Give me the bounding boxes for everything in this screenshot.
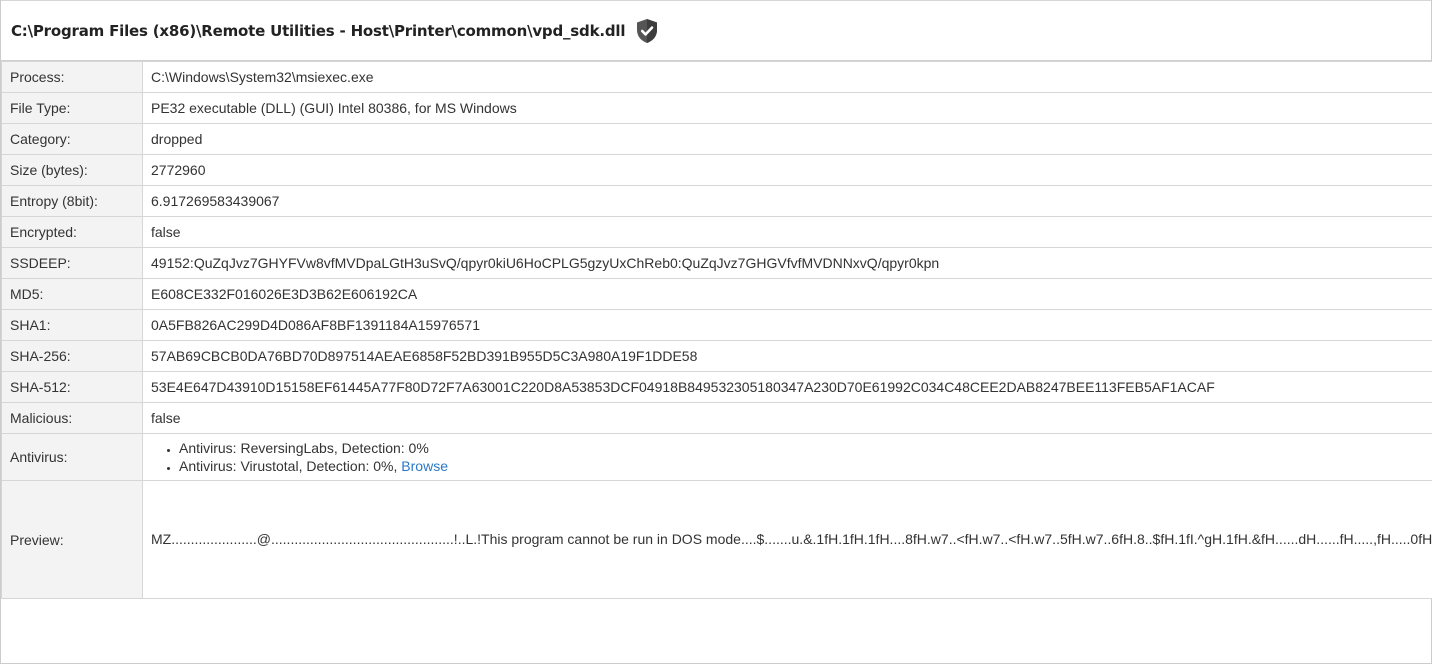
file-info-table: Process: C:\Windows\System32\msiexec.exe…: [1, 61, 1432, 599]
row-sha256: SHA-256: 57AB69CBCB0DA76BD70D897514AEAE6…: [1, 340, 1432, 372]
row-value: E608CE332F016026E3D3B62E606192CA: [142, 278, 1432, 310]
row-value: false: [142, 402, 1432, 434]
row-process: Process: C:\Windows\System32\msiexec.exe: [1, 61, 1432, 93]
row-file-type: File Type: PE32 executable (DLL) (GUI) I…: [1, 92, 1432, 124]
row-value: 53E4E647D43910D15158EF61445A77F80D72F7A6…: [142, 371, 1432, 403]
row-sha1: SHA1: 0A5FB826AC299D4D086AF8BF1391184A15…: [1, 309, 1432, 341]
row-label: MD5:: [1, 278, 143, 310]
list-item: Antivirus: Virustotal, Detection: 0%, Br…: [179, 457, 1424, 475]
row-value: 6.917269583439067: [142, 185, 1432, 217]
row-value: 2772960: [142, 154, 1432, 186]
row-value: false: [142, 216, 1432, 248]
row-label: SHA-256:: [1, 340, 143, 372]
row-value: 49152:QuZqJvz7GHYFVw8vfMVDpaLGtH3uSvQ/qp…: [142, 247, 1432, 279]
list-item: Antivirus: ReversingLabs, Detection: 0%: [179, 439, 1424, 457]
row-label: Size (bytes):: [1, 154, 143, 186]
antivirus-cell: Antivirus: ReversingLabs, Detection: 0% …: [142, 433, 1432, 481]
file-path-title: C:\Program Files (x86)\Remote Utilities …: [11, 21, 626, 40]
row-value: dropped: [142, 123, 1432, 155]
row-antivirus: Antivirus: Antivirus: ReversingLabs, Det…: [1, 433, 1432, 481]
row-label: Preview:: [1, 480, 143, 599]
row-md5: MD5: E608CE332F016026E3D3B62E606192CA: [1, 278, 1432, 310]
row-label: SSDEEP:: [1, 247, 143, 279]
row-value: 0A5FB826AC299D4D086AF8BF1391184A15976571: [142, 309, 1432, 341]
row-label: File Type:: [1, 92, 143, 124]
row-preview: Preview: MZ......................@......…: [1, 480, 1432, 599]
row-encrypted: Encrypted: false: [1, 216, 1432, 248]
row-ssdeep: SSDEEP: 49152:QuZqJvz7GHYFVw8vfMVDpaLGtH…: [1, 247, 1432, 279]
antivirus-list: Antivirus: ReversingLabs, Detection: 0% …: [151, 439, 1424, 475]
file-details-panel: C:\Program Files (x86)\Remote Utilities …: [0, 0, 1432, 664]
row-sha512: SHA-512: 53E4E647D43910D15158EF61445A77F…: [1, 371, 1432, 403]
row-label: Entropy (8bit):: [1, 185, 143, 217]
row-value: PE32 executable (DLL) (GUI) Intel 80386,…: [142, 92, 1432, 124]
row-label: SHA-512:: [1, 371, 143, 403]
file-header: C:\Program Files (x86)\Remote Utilities …: [1, 0, 1431, 61]
row-label: Antivirus:: [1, 433, 143, 481]
row-size: Size (bytes): 2772960: [1, 154, 1432, 186]
row-value: 57AB69CBCB0DA76BD70D897514AEAE6858F52BD3…: [142, 340, 1432, 372]
row-label: Encrypted:: [1, 216, 143, 248]
row-category: Category: dropped: [1, 123, 1432, 155]
row-label: Process:: [1, 61, 143, 93]
row-malicious: Malicious: false: [1, 402, 1432, 434]
row-label: Category:: [1, 123, 143, 155]
preview-text: MZ......................@...............…: [142, 480, 1432, 599]
browse-link[interactable]: Browse: [401, 458, 448, 474]
row-label: SHA1:: [1, 309, 143, 341]
shield-check-icon: [635, 18, 659, 44]
row-value: C:\Windows\System32\msiexec.exe: [142, 61, 1432, 93]
row-label: Malicious:: [1, 402, 143, 434]
antivirus-entry: Antivirus: ReversingLabs, Detection: 0%: [179, 440, 429, 456]
row-entropy: Entropy (8bit): 6.917269583439067: [1, 185, 1432, 217]
antivirus-entry: Antivirus: Virustotal, Detection: 0%,: [179, 458, 402, 474]
